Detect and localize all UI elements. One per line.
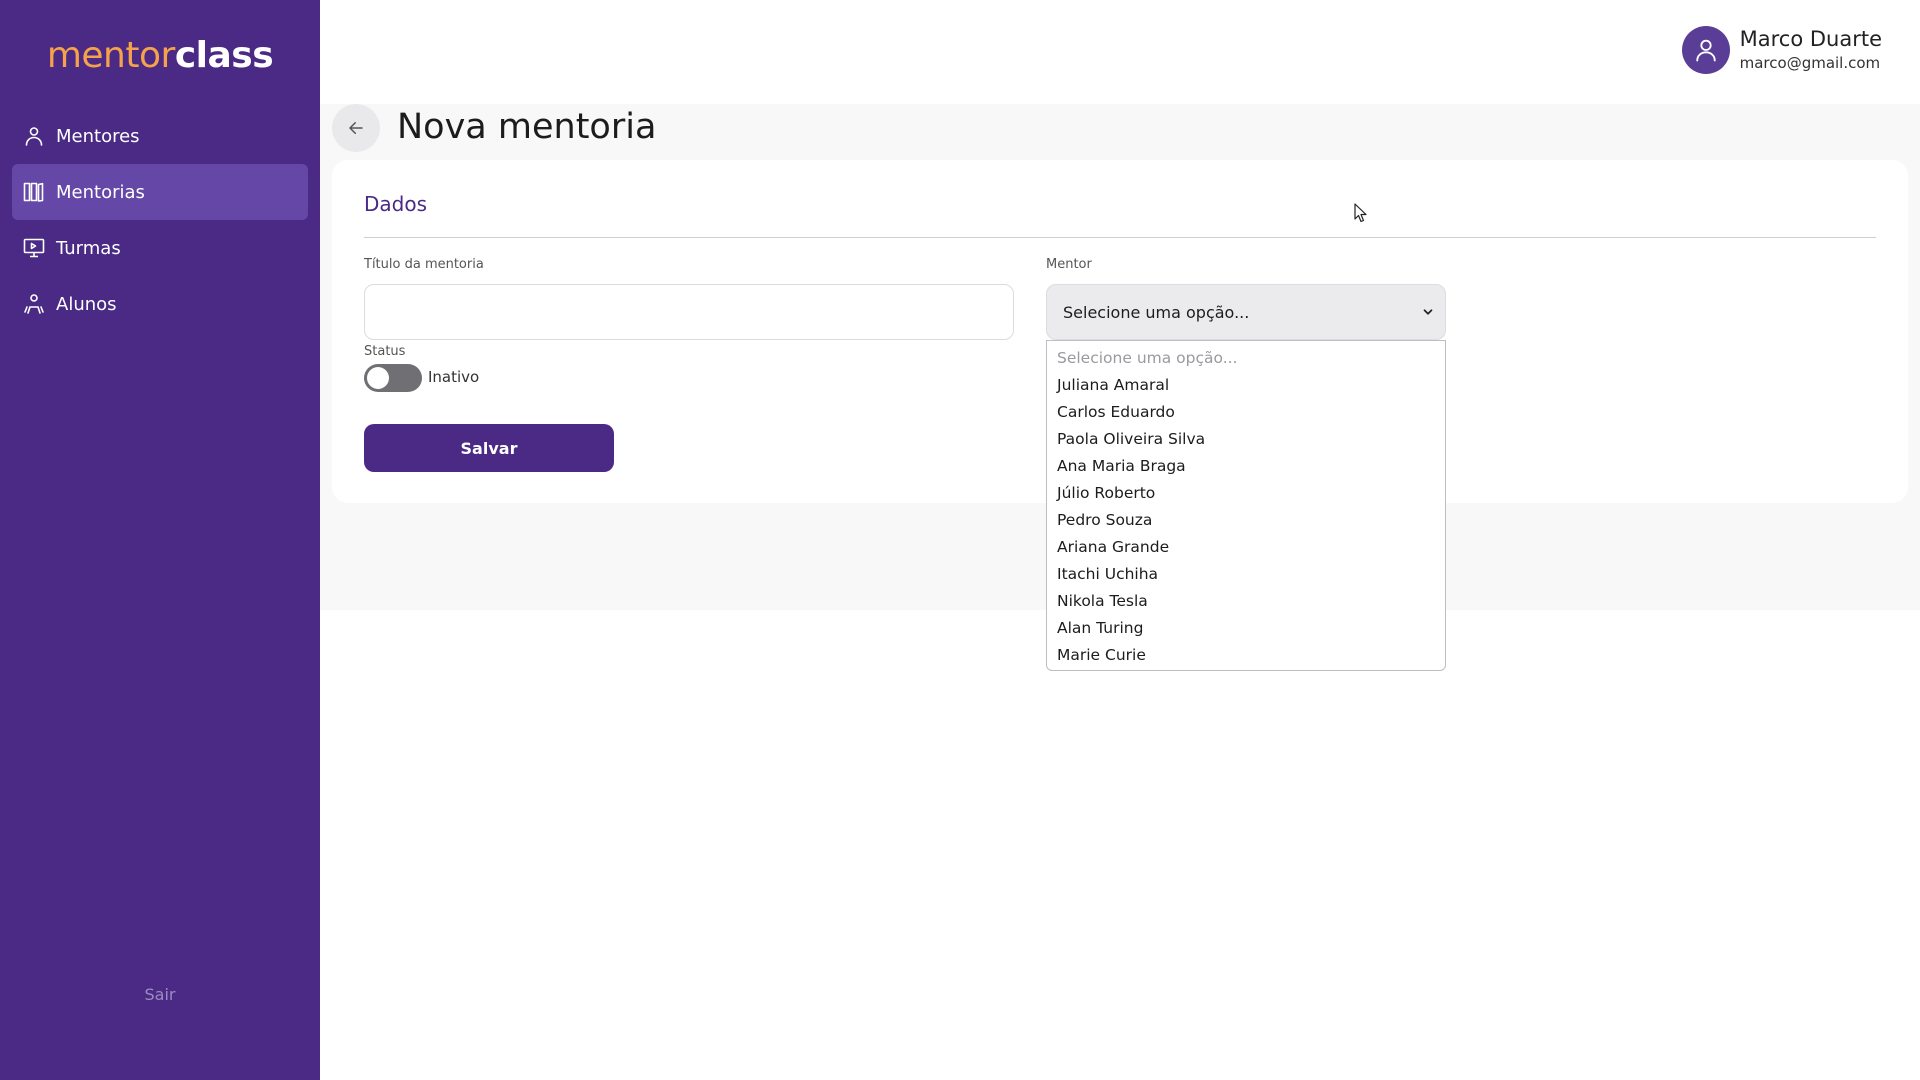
top-header: Marco Duarte marco@gmail.com	[320, 0, 1920, 104]
brand-logo-part1: mentor	[46, 35, 175, 76]
sidebar-item-label: Mentores	[56, 125, 140, 147]
library-icon	[22, 180, 46, 204]
section-title: Dados	[364, 192, 428, 216]
dropdown-option[interactable]: Ana Maria Braga	[1047, 453, 1445, 480]
page-title: Nova mentoria	[397, 107, 657, 147]
sidebar-nav: Mentores Mentorias Turmas Alunos	[12, 108, 308, 332]
person-icon	[22, 124, 46, 148]
brand-logo-part2: class	[174, 35, 274, 76]
dropdown-option[interactable]: Juliana Amaral	[1047, 372, 1445, 399]
sidebar-item-label: Turmas	[56, 237, 121, 259]
dropdown-option[interactable]: Marie Curie	[1047, 642, 1445, 669]
status-value: Inativo	[428, 368, 480, 386]
mentor-dropdown: Selecione uma opção... Juliana Amaral Ca…	[1046, 340, 1446, 671]
dropdown-option[interactable]: Júlio Roberto	[1047, 480, 1445, 507]
sidebar-item-mentorias[interactable]: Mentorias	[12, 164, 308, 220]
dropdown-option[interactable]: Ariana Grande	[1047, 534, 1445, 561]
arrow-left-icon	[349, 122, 363, 134]
user-email: marco@gmail.com	[1739, 54, 1881, 72]
title-input[interactable]	[364, 284, 1014, 340]
sidebar-item-turmas[interactable]: Turmas	[12, 220, 308, 276]
dropdown-option[interactable]: Nikola Tesla	[1047, 588, 1445, 615]
mentor-select-value: Selecione uma opção...	[1063, 302, 1250, 322]
mentor-label: Mentor	[1046, 257, 1092, 272]
user-menu[interactable]: Marco Duarte marco@gmail.com	[1681, 26, 1882, 74]
mentor-select[interactable]: Selecione uma opção...	[1046, 284, 1446, 340]
status-label: Status	[364, 344, 406, 359]
presentation-icon	[22, 236, 46, 260]
sidebar: mentorclass Mentores Mentorias Turmas Al…	[0, 0, 320, 1080]
title-label: Título da mentoria	[364, 257, 484, 272]
brand-logo[interactable]: mentorclass	[0, 34, 320, 78]
sidebar-item-alunos[interactable]: Alunos	[12, 276, 308, 332]
dropdown-option[interactable]: Carlos Eduardo	[1047, 399, 1445, 426]
dropdown-option[interactable]: Paola Oliveira Silva	[1047, 426, 1445, 453]
user-name: Marco Duarte	[1739, 27, 1882, 51]
mouse-cursor-icon	[1354, 203, 1367, 223]
divider	[364, 237, 1876, 238]
dropdown-option[interactable]: Pedro Souza	[1047, 507, 1445, 534]
dropdown-option[interactable]: Alan Turing	[1047, 615, 1445, 642]
user-info: Marco Duarte marco@gmail.com	[1740, 26, 1882, 74]
back-button[interactable]	[332, 104, 380, 152]
group-icon	[22, 292, 46, 316]
logout-link[interactable]: Sair	[0, 985, 320, 1004]
dropdown-option[interactable]: Itachi Uchiha	[1047, 561, 1445, 588]
user-icon	[1681, 26, 1730, 74]
toggle-knob	[367, 367, 389, 389]
sidebar-item-label: Alunos	[56, 293, 117, 315]
save-button[interactable]: Salvar	[364, 424, 614, 472]
sidebar-item-mentores[interactable]: Mentores	[12, 108, 308, 164]
sidebar-item-label: Mentorias	[56, 181, 145, 203]
chevron-down-icon	[1423, 309, 1433, 315]
status-toggle[interactable]	[364, 364, 422, 392]
dropdown-option[interactable]: Selecione uma opção...	[1047, 345, 1445, 372]
